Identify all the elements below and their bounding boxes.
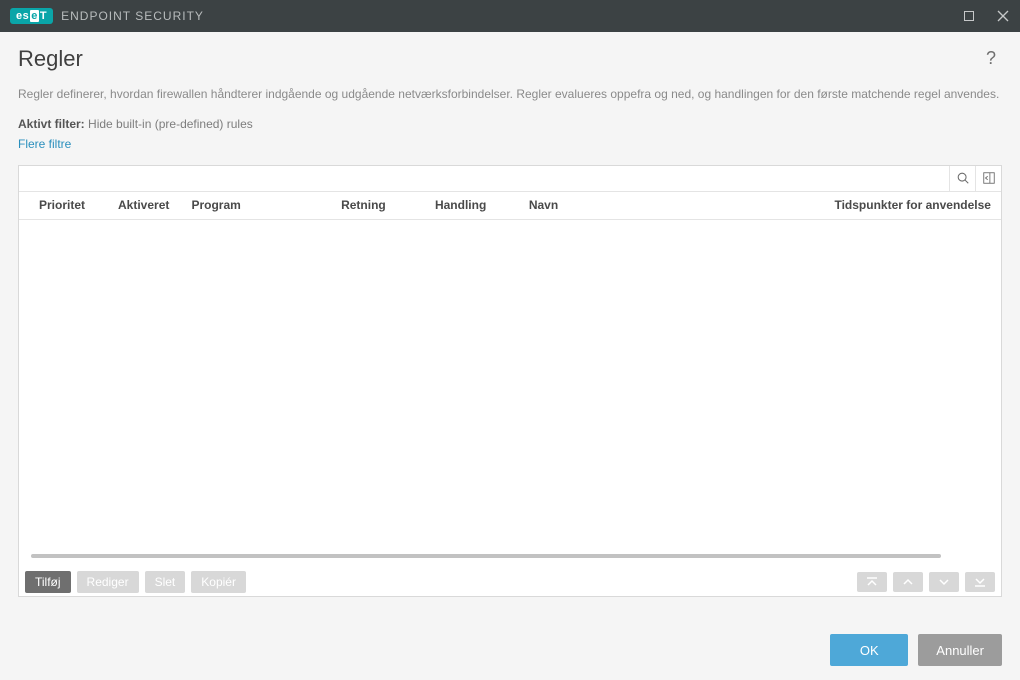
panel-footer: Tilføj Rediger Slet Kopiér (19, 568, 1001, 596)
move-up-button[interactable] (893, 572, 923, 592)
cancel-button[interactable]: Annuller (918, 634, 1002, 666)
columns-icon[interactable] (975, 166, 1001, 191)
delete-button[interactable]: Slet (145, 571, 186, 593)
horizontal-scrollbar[interactable] (31, 554, 941, 558)
col-priority[interactable]: Prioritet (19, 198, 114, 212)
help-button[interactable]: ? (980, 46, 1002, 71)
brand-text-es: es (16, 10, 29, 22)
table-header: Prioritet Aktiveret Program Retning Hand… (19, 192, 1001, 220)
ok-button[interactable]: OK (830, 634, 908, 666)
table-body (19, 220, 1001, 568)
maximize-button[interactable] (952, 0, 986, 32)
col-direction[interactable]: Retning (337, 198, 431, 212)
add-button[interactable]: Tilføj (25, 571, 71, 593)
page-title: Regler (18, 46, 980, 72)
col-enabled[interactable]: Aktiveret (114, 198, 187, 212)
col-time[interactable]: Tidspunkter for anvendelse (830, 198, 1001, 212)
rules-panel: Prioritet Aktiveret Program Retning Hand… (18, 165, 1002, 597)
move-top-button[interactable] (857, 572, 887, 592)
active-filter-line: Aktivt filter: Hide built-in (pre-define… (18, 117, 1002, 131)
brand-text-e: e (30, 10, 39, 22)
page-description: Regler definerer, hvordan firewallen hån… (18, 86, 1002, 103)
active-filter-value: Hide built-in (pre-defined) rules (88, 117, 253, 131)
panel-toolbar (19, 166, 1001, 192)
copy-button[interactable]: Kopiér (191, 571, 246, 593)
search-area[interactable] (19, 166, 949, 191)
active-filter-label: Aktivt filter: (18, 117, 85, 131)
brand-text-t: T (40, 10, 47, 22)
title-bar: eseT ENDPOINT SECURITY (0, 0, 1020, 32)
product-name: ENDPOINT SECURITY (61, 9, 204, 23)
more-filters-link[interactable]: Flere filtre (18, 137, 1002, 151)
brand-logo: eseT (10, 8, 53, 24)
move-down-button[interactable] (929, 572, 959, 592)
search-icon[interactable] (949, 166, 975, 191)
edit-button[interactable]: Rediger (77, 571, 139, 593)
dialog-footer: OK Annuller (830, 634, 1002, 666)
content-area: Regler ? Regler definerer, hvordan firew… (0, 32, 1020, 680)
col-name[interactable]: Navn (525, 198, 831, 212)
close-button[interactable] (986, 0, 1020, 32)
col-action[interactable]: Handling (431, 198, 525, 212)
col-program[interactable]: Program (187, 198, 337, 212)
move-bottom-button[interactable] (965, 572, 995, 592)
